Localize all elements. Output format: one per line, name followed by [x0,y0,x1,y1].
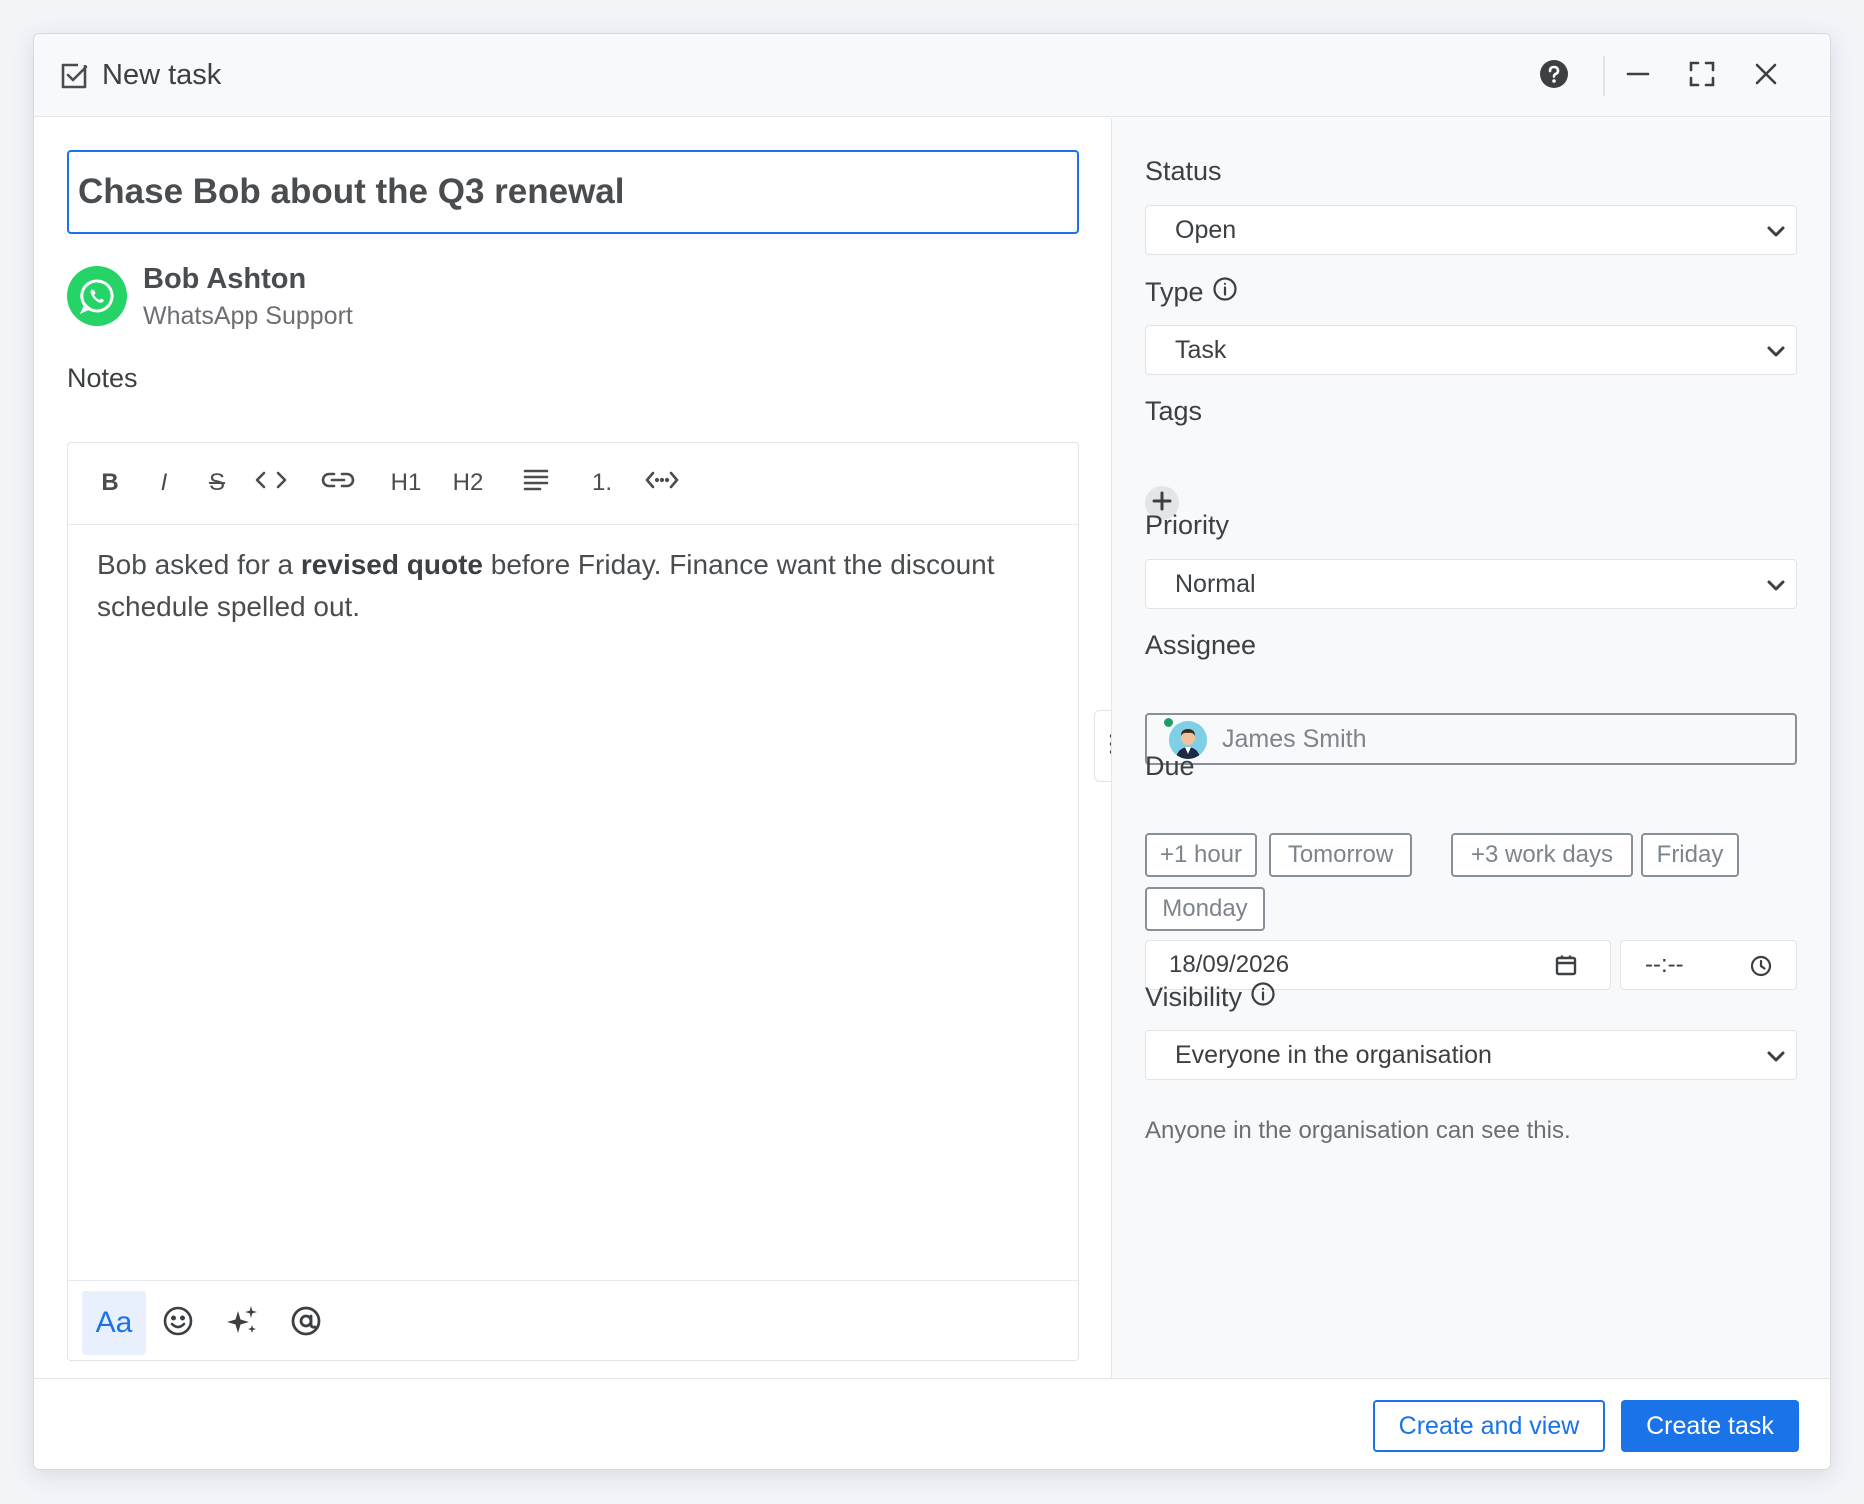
visibility-select[interactable]: Everyone in the organisation [1145,1030,1797,1080]
due-chip-tomorrow[interactable]: Tomorrow [1269,833,1412,877]
priority-label: Priority [1145,510,1229,541]
notes-content[interactable]: Bob asked for a revised quote before Fri… [97,544,1037,628]
create-and-view-button[interactable]: Create and view [1373,1400,1605,1452]
minimize-icon [1625,61,1651,92]
ai-assist-button[interactable] [210,1291,274,1355]
notes-label: Notes [67,363,138,393]
tags-label-text: Tags [1145,396,1203,426]
italic-button[interactable]: I [148,463,180,503]
due-time-input[interactable]: --:-- [1620,940,1797,990]
at-sign-icon [289,1304,323,1343]
contact-channel: WhatsApp Support [143,302,353,330]
dialog-header: New task [34,34,1830,117]
due-chip-friday[interactable]: Friday [1641,833,1739,877]
chevron-down-icon [1764,219,1788,243]
type-label-text: Type [1145,277,1204,307]
due-label-text: Due [1145,751,1195,781]
info-icon[interactable] [1250,981,1276,1014]
close-icon [1753,61,1779,92]
embed-icon [644,468,680,499]
task-properties-panel: Status Open Type Task Tags Priority Norm… [1111,118,1830,1378]
assignee-picker[interactable]: James Smith [1145,713,1797,765]
visibility-value: Everyone in the organisation [1175,1040,1492,1069]
new-task-dialog: New task Bob Ashton W [33,33,1831,1470]
clock-icon[interactable] [1749,954,1773,985]
main-pane: Bob Ashton WhatsApp Support Notes B I S [34,118,1111,1378]
heading-1-button[interactable]: H1 [386,463,426,503]
due-chip-monday[interactable]: Monday [1145,887,1265,931]
link-button[interactable] [318,463,358,503]
code-icon [253,468,289,499]
editor-bottom-toolbar: Aa [68,1280,1078,1361]
strikethrough-button[interactable]: S [201,463,233,503]
type-select[interactable]: Task [1145,325,1797,375]
online-status-indicator [1163,717,1174,728]
align-left-icon [522,466,550,501]
visibility-label: Visibility [1145,981,1276,1014]
due-label: Due [1145,751,1195,782]
maximize-button[interactable] [1682,56,1722,96]
due-chip-plus-1-hour[interactable]: +1 hour [1145,833,1257,877]
heading-2-button[interactable]: H2 [448,463,488,503]
assignee-label: Assignee [1145,630,1256,661]
assignee-name: James Smith [1222,725,1367,753]
type-label: Type [1145,276,1238,309]
formatting-toggle-button[interactable]: Aa [82,1291,146,1355]
notes-editor: B I S H1 H2 1. Bob asked for a revised q… [67,442,1079,1361]
chevron-down-icon [1764,1044,1788,1068]
notes-text-part: Bob asked for a [97,549,301,580]
ordered-list-button[interactable]: 1. [582,463,622,503]
status-value: Open [1175,215,1237,244]
visibility-label-text: Visibility [1145,982,1243,1012]
close-button[interactable] [1746,56,1786,96]
bold-button[interactable]: B [94,463,126,503]
calendar-icon[interactable] [1554,953,1578,984]
sparkles-icon [224,1303,260,1344]
emoji-button[interactable] [146,1291,210,1355]
smiley-icon [161,1304,195,1343]
maximize-icon [1688,60,1716,93]
embed-button[interactable] [642,463,682,503]
help-icon [1539,59,1569,94]
due-date-value: 18/09/2026 [1169,951,1290,978]
notes-text-bold: revised quote [300,549,483,580]
create-task-button[interactable]: Create task [1621,1400,1799,1452]
due-chip-plus-3-work-days[interactable]: +3 work days [1451,833,1633,877]
tags-label: Tags [1145,396,1202,427]
info-icon[interactable] [1212,276,1238,309]
visibility-help-text: Anyone in the organisation can see this. [1145,1117,1571,1144]
status-select[interactable]: Open [1145,205,1797,255]
priority-label-text: Priority [1145,510,1230,540]
task-title-input[interactable] [67,150,1079,234]
editor-toolbar: B I S H1 H2 1. [68,443,1078,525]
align-button[interactable] [516,463,556,503]
header-divider [1603,56,1605,96]
chevron-down-icon [1764,339,1788,363]
due-time-value: --:-- [1645,951,1684,978]
assignee-label-text: Assignee [1145,630,1257,660]
status-label: Status [1145,156,1222,187]
mention-button[interactable] [274,1291,338,1355]
type-value: Task [1175,335,1227,364]
help-button[interactable] [1534,56,1574,96]
whatsapp-icon [67,266,127,326]
chevron-down-icon [1764,573,1788,597]
status-label-text: Status [1145,156,1222,186]
dialog-title: New task [102,59,222,91]
minimize-button[interactable] [1618,56,1658,96]
priority-value: Normal [1175,569,1256,598]
contact-name[interactable]: Bob Ashton [143,263,306,296]
priority-select[interactable]: Normal [1145,559,1797,609]
code-button[interactable] [251,463,291,503]
dialog-footer: Create and view Create task [34,1378,1830,1469]
link-icon [320,468,356,499]
checkbox-icon [58,60,90,92]
